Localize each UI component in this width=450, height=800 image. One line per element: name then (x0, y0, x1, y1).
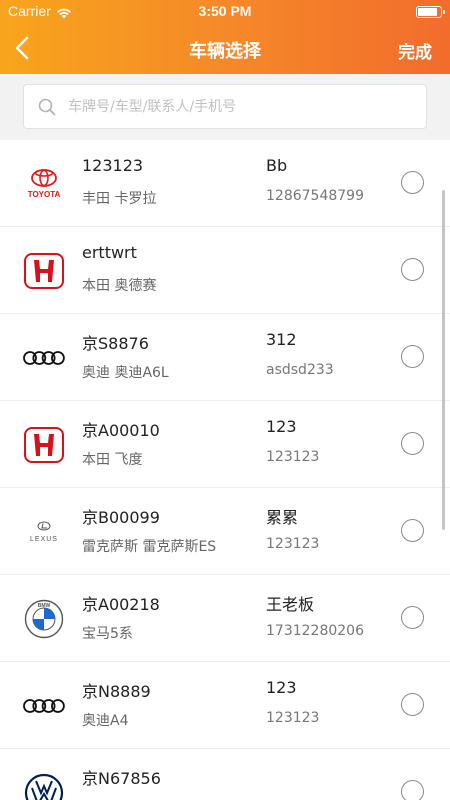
car-model: 宝马5系 (82, 626, 133, 642)
plate-number: 京N8889 (82, 682, 151, 701)
svg-text:LEXUS: LEXUS (30, 536, 58, 543)
toyota-logo: TOYOTA (22, 162, 66, 206)
vehicle-row[interactable]: 京N67856 (0, 749, 450, 800)
vehicle-row[interactable]: TOYOTA 123123 丰田 卡罗拉 Bb 12867548799 (0, 140, 450, 227)
vehicle-list: TOYOTA 123123 丰田 卡罗拉 Bb 12867548799 ertt… (0, 140, 450, 800)
select-radio[interactable] (401, 171, 424, 194)
select-radio[interactable] (401, 519, 424, 542)
bmw-logo: BMW (22, 597, 66, 641)
header: Carrier 3:50 PM 车辆选择 完成 (0, 0, 450, 74)
plate-number: 京A00218 (82, 595, 160, 614)
honda-logo (22, 249, 66, 293)
phone-number: 17312280206 (266, 623, 364, 639)
lexus-logo: LEXUS (22, 510, 66, 554)
battery-icon (416, 6, 445, 18)
volkswagen-logo (22, 771, 66, 800)
car-model: 奥迪 奥迪A6L (82, 365, 169, 381)
plate-number: 京B00099 (82, 508, 160, 527)
done-button[interactable]: 完成 (398, 38, 432, 63)
select-radio[interactable] (401, 606, 424, 629)
select-radio[interactable] (401, 780, 424, 800)
search-input[interactable] (68, 93, 418, 121)
contact-name: 王老板 (266, 595, 315, 614)
select-radio[interactable] (401, 693, 424, 716)
status-time: 3:50 PM (198, 3, 252, 19)
plate-number: 京N67856 (82, 769, 161, 788)
phone-number: asdsd233 (266, 362, 334, 378)
vehicle-row[interactable]: BMW 京A00218 宝马5系 王老板 17312280206 (0, 575, 450, 662)
contact-name: 累累 (266, 508, 299, 527)
contact-name: Bb (266, 156, 288, 175)
search-box[interactable] (23, 84, 427, 129)
audi-logo (22, 684, 66, 728)
search-icon (38, 98, 56, 116)
svg-text:TOYOTA: TOYOTA (28, 190, 61, 199)
contact-name: 312 (266, 330, 297, 349)
car-model: 本田 飞度 (82, 452, 143, 468)
contact-name: 123 (266, 417, 297, 436)
car-model: 本田 奥德赛 (82, 278, 157, 294)
plate-number: erttwrt (82, 243, 137, 262)
nav-bar: 车辆选择 完成 (0, 24, 450, 74)
select-radio[interactable] (401, 432, 424, 455)
vehicle-row[interactable]: 京S8876 奥迪 奥迪A6L 312 asdsd233 (0, 314, 450, 401)
page-title: 车辆选择 (189, 41, 261, 62)
svg-text:BMW: BMW (38, 603, 51, 609)
car-model: 奥迪A4 (82, 713, 129, 729)
phone-number: 123123 (266, 449, 320, 465)
plate-number: 123123 (82, 156, 144, 175)
status-bar: Carrier 3:50 PM (0, 0, 450, 24)
phone-number: 12867548799 (266, 188, 364, 204)
plate-number: 京S8876 (82, 334, 149, 353)
select-radio[interactable] (401, 345, 424, 368)
scrollbar[interactable] (442, 190, 445, 530)
phone-number: 123123 (266, 710, 320, 726)
honda-logo (22, 423, 66, 467)
search-area (0, 74, 450, 140)
contact-name: 123 (266, 678, 297, 697)
vehicle-row[interactable]: 京A00010 本田 飞度 123 123123 (0, 401, 450, 488)
plate-number: 京A00010 (82, 421, 160, 440)
car-model: 雷克萨斯 雷克萨斯ES (82, 539, 217, 555)
audi-logo (22, 336, 66, 380)
vehicle-row[interactable]: LEXUS 京B00099 雷克萨斯 雷克萨斯ES 累累 123123 (0, 488, 450, 575)
phone-number: 123123 (266, 536, 320, 552)
car-model: 丰田 卡罗拉 (82, 191, 157, 207)
vehicle-row[interactable]: erttwrt 本田 奥德赛 (0, 227, 450, 314)
select-radio[interactable] (401, 258, 424, 281)
vehicle-row[interactable]: 京N8889 奥迪A4 123 123123 (0, 662, 450, 749)
